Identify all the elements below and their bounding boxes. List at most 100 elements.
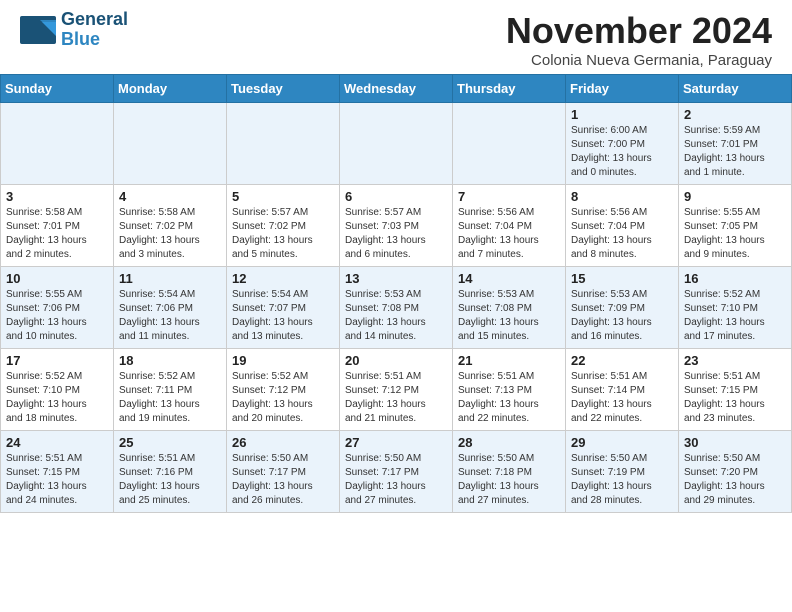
- location: Colonia Nueva Germania, Paraguay: [506, 52, 772, 69]
- day-number: 16: [684, 271, 786, 286]
- day-info: Sunrise: 5:57 AM Sunset: 7:03 PM Dayligh…: [345, 206, 447, 262]
- day-info: Sunrise: 5:56 AM Sunset: 7:04 PM Dayligh…: [458, 206, 560, 262]
- calendar-day-cell: 29 Sunrise: 5:50 AM Sunset: 7:19 PM Dayli…: [566, 431, 679, 513]
- calendar-day-cell: 8 Sunrise: 5:56 AM Sunset: 7:04 PM Daylig…: [566, 185, 679, 267]
- day-info: Sunrise: 5:52 AM Sunset: 7:10 PM Dayligh…: [684, 288, 786, 344]
- calendar-day-cell: 15 Sunrise: 5:53 AM Sunset: 7:09 PM Dayli…: [566, 267, 679, 349]
- weekday-header: Sunday: [1, 75, 114, 103]
- calendar-day-cell: 1Sunrise: 6:00 AM Sunset: 7:00 PM Daylig…: [566, 103, 679, 185]
- calendar-empty-cell: [453, 103, 566, 185]
- day-number: 25: [119, 435, 221, 450]
- day-number: 18: [119, 353, 221, 368]
- calendar-day-cell: 3 Sunrise: 5:58 AM Sunset: 7:01 PM Daylig…: [1, 185, 114, 267]
- day-number: 15: [571, 271, 673, 286]
- page-container: General Blue November 2024 Colonia Nueva…: [0, 0, 792, 513]
- calendar-day-cell: 26 Sunrise: 5:50 AM Sunset: 7:17 PM Dayli…: [227, 431, 340, 513]
- day-info: Sunrise: 5:50 AM Sunset: 7:18 PM Dayligh…: [458, 452, 560, 508]
- calendar-day-cell: 22 Sunrise: 5:51 AM Sunset: 7:14 PM Dayli…: [566, 349, 679, 431]
- day-number: 22: [571, 353, 673, 368]
- day-info: Sunrise: 5:56 AM Sunset: 7:04 PM Dayligh…: [571, 206, 673, 262]
- day-number: 27: [345, 435, 447, 450]
- day-number: 2: [684, 107, 786, 122]
- day-info: Sunrise: 5:51 AM Sunset: 7:14 PM Dayligh…: [571, 370, 673, 426]
- day-info: Sunrise: 5:53 AM Sunset: 7:09 PM Dayligh…: [571, 288, 673, 344]
- weekday-header: Friday: [566, 75, 679, 103]
- logo: General Blue: [20, 10, 128, 50]
- day-number: 8: [571, 189, 673, 204]
- day-info: Sunrise: 5:50 AM Sunset: 7:20 PM Dayligh…: [684, 452, 786, 508]
- day-number: 6: [345, 189, 447, 204]
- page-header: General Blue November 2024 Colonia Nueva…: [0, 0, 792, 74]
- day-info: Sunrise: 5:52 AM Sunset: 7:12 PM Dayligh…: [232, 370, 334, 426]
- day-info: Sunrise: 5:50 AM Sunset: 7:17 PM Dayligh…: [345, 452, 447, 508]
- day-number: 3: [6, 189, 108, 204]
- logo-icon: [20, 16, 56, 44]
- day-number: 11: [119, 271, 221, 286]
- calendar-week-row: 3 Sunrise: 5:58 AM Sunset: 7:01 PM Daylig…: [1, 185, 792, 267]
- calendar-day-cell: 4 Sunrise: 5:58 AM Sunset: 7:02 PM Daylig…: [114, 185, 227, 267]
- day-number: 26: [232, 435, 334, 450]
- day-info: Sunrise: 5:57 AM Sunset: 7:02 PM Dayligh…: [232, 206, 334, 262]
- day-number: 10: [6, 271, 108, 286]
- weekday-header: Saturday: [679, 75, 792, 103]
- calendar-day-cell: 21 Sunrise: 5:51 AM Sunset: 7:13 PM Dayli…: [453, 349, 566, 431]
- day-info: Sunrise: 5:58 AM Sunset: 7:01 PM Dayligh…: [6, 206, 108, 262]
- calendar-day-cell: 18Sunrise: 5:52 AM Sunset: 7:11 PM Dayli…: [114, 349, 227, 431]
- day-number: 28: [458, 435, 560, 450]
- calendar-day-cell: 12Sunrise: 5:54 AM Sunset: 7:07 PM Dayli…: [227, 267, 340, 349]
- calendar-day-cell: 6 Sunrise: 5:57 AM Sunset: 7:03 PM Daylig…: [340, 185, 453, 267]
- calendar-day-cell: 16 Sunrise: 5:52 AM Sunset: 7:10 PM Dayli…: [679, 267, 792, 349]
- day-info: Sunrise: 5:51 AM Sunset: 7:16 PM Dayligh…: [119, 452, 221, 508]
- calendar-day-cell: 9Sunrise: 5:55 AM Sunset: 7:05 PM Daylig…: [679, 185, 792, 267]
- calendar-day-cell: 24 Sunrise: 5:51 AM Sunset: 7:15 PM Dayli…: [1, 431, 114, 513]
- day-number: 20: [345, 353, 447, 368]
- calendar-day-cell: 20Sunrise: 5:51 AM Sunset: 7:12 PM Dayli…: [340, 349, 453, 431]
- day-info: Sunrise: 5:53 AM Sunset: 7:08 PM Dayligh…: [345, 288, 447, 344]
- calendar-day-cell: 2 Sunrise: 5:59 AM Sunset: 7:01 PM Daylig…: [679, 103, 792, 185]
- day-number: 13: [345, 271, 447, 286]
- day-info: Sunrise: 5:55 AM Sunset: 7:06 PM Dayligh…: [6, 288, 108, 344]
- day-number: 30: [684, 435, 786, 450]
- calendar-day-cell: 27 Sunrise: 5:50 AM Sunset: 7:17 PM Dayli…: [340, 431, 453, 513]
- calendar-day-cell: 10 Sunrise: 5:55 AM Sunset: 7:06 PM Dayli…: [1, 267, 114, 349]
- day-info: Sunrise: 5:55 AM Sunset: 7:05 PM Dayligh…: [684, 206, 786, 262]
- calendar-empty-cell: [1, 103, 114, 185]
- day-info: Sunrise: 6:00 AM Sunset: 7:00 PM Dayligh…: [571, 124, 673, 180]
- day-info: Sunrise: 5:53 AM Sunset: 7:08 PM Dayligh…: [458, 288, 560, 344]
- day-info: Sunrise: 5:58 AM Sunset: 7:02 PM Dayligh…: [119, 206, 221, 262]
- day-number: 23: [684, 353, 786, 368]
- calendar-empty-cell: [114, 103, 227, 185]
- calendar-day-cell: 28 Sunrise: 5:50 AM Sunset: 7:18 PM Dayli…: [453, 431, 566, 513]
- day-info: Sunrise: 5:51 AM Sunset: 7:15 PM Dayligh…: [684, 370, 786, 426]
- month-title: November 2024: [506, 10, 772, 52]
- day-info: Sunrise: 5:51 AM Sunset: 7:15 PM Dayligh…: [6, 452, 108, 508]
- calendar-header-row: SundayMondayTuesdayWednesdayThursdayFrid…: [1, 75, 792, 103]
- day-info: Sunrise: 5:52 AM Sunset: 7:10 PM Dayligh…: [6, 370, 108, 426]
- day-number: 21: [458, 353, 560, 368]
- day-info: Sunrise: 5:51 AM Sunset: 7:13 PM Dayligh…: [458, 370, 560, 426]
- calendar: SundayMondayTuesdayWednesdayThursdayFrid…: [0, 74, 792, 513]
- day-number: 17: [6, 353, 108, 368]
- weekday-header: Thursday: [453, 75, 566, 103]
- day-number: 7: [458, 189, 560, 204]
- calendar-day-cell: 30 Sunrise: 5:50 AM Sunset: 7:20 PM Dayli…: [679, 431, 792, 513]
- day-number: 29: [571, 435, 673, 450]
- calendar-day-cell: 5 Sunrise: 5:57 AM Sunset: 7:02 PM Daylig…: [227, 185, 340, 267]
- day-info: Sunrise: 5:59 AM Sunset: 7:01 PM Dayligh…: [684, 124, 786, 180]
- day-number: 5: [232, 189, 334, 204]
- weekday-header: Tuesday: [227, 75, 340, 103]
- calendar-week-row: 1Sunrise: 6:00 AM Sunset: 7:00 PM Daylig…: [1, 103, 792, 185]
- calendar-day-cell: 11Sunrise: 5:54 AM Sunset: 7:06 PM Dayli…: [114, 267, 227, 349]
- calendar-day-cell: 14 Sunrise: 5:53 AM Sunset: 7:08 PM Dayli…: [453, 267, 566, 349]
- day-info: Sunrise: 5:54 AM Sunset: 7:07 PM Dayligh…: [232, 288, 334, 344]
- calendar-empty-cell: [227, 103, 340, 185]
- day-number: 19: [232, 353, 334, 368]
- day-number: 24: [6, 435, 108, 450]
- day-info: Sunrise: 5:50 AM Sunset: 7:19 PM Dayligh…: [571, 452, 673, 508]
- day-number: 14: [458, 271, 560, 286]
- logo-text: General Blue: [61, 10, 128, 50]
- day-number: 4: [119, 189, 221, 204]
- calendar-empty-cell: [340, 103, 453, 185]
- calendar-day-cell: 23 Sunrise: 5:51 AM Sunset: 7:15 PM Dayli…: [679, 349, 792, 431]
- day-info: Sunrise: 5:50 AM Sunset: 7:17 PM Dayligh…: [232, 452, 334, 508]
